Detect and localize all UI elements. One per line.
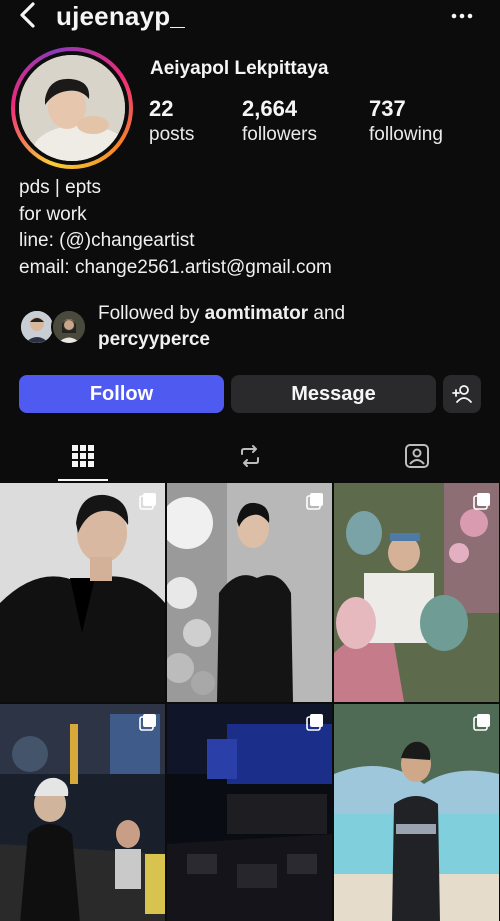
profile-header: ujeenayp_ [0, 0, 500, 40]
followed-by-section[interactable]: Followed by aomtimator and percyyperce [19, 301, 489, 353]
stat-following[interactable]: 737 following [369, 96, 443, 148]
multiple-posts-icon [139, 493, 156, 510]
follow-button[interactable]: Follow [19, 375, 224, 413]
post-thumbnail[interactable] [167, 483, 332, 702]
bio-email[interactable]: email: change2561.artist@gmail.com [19, 255, 332, 282]
stat-followers[interactable]: 2,664 followers [242, 96, 317, 148]
bio-line: for work [19, 203, 87, 225]
following-label: following [369, 124, 443, 145]
active-tab-indicator [58, 479, 108, 481]
following-count: 737 [369, 96, 406, 121]
profile-full-name: Aeiyapol Lekpittaya [150, 58, 329, 79]
multiple-posts-icon [473, 493, 490, 510]
message-button[interactable]: Message [231, 375, 436, 413]
followed-by-user1[interactable]: aomtimator [205, 303, 308, 324]
bio-line: line: (@)changeartist [19, 230, 195, 251]
more-horizontal-icon[interactable] [450, 4, 474, 28]
followed-by-text: Followed by aomtimator and percyyperce [98, 301, 345, 353]
tab-reels[interactable] [167, 430, 333, 482]
stat-posts[interactable]: 22 posts [149, 96, 194, 148]
follower-avatar [19, 309, 55, 345]
post-thumbnail[interactable] [334, 483, 499, 702]
post-thumbnail[interactable] [0, 704, 165, 921]
followed-by-connector: and [308, 303, 346, 324]
reels-icon [241, 445, 259, 467]
tagged-person-icon [405, 444, 429, 468]
followers-label: followers [242, 124, 317, 145]
multiple-posts-icon [473, 714, 490, 731]
post-thumbnail[interactable] [0, 483, 165, 702]
post-thumbnail[interactable] [167, 704, 332, 921]
multiple-posts-icon [306, 493, 323, 510]
bio-line: pds | epts [19, 177, 102, 198]
multiple-posts-icon [306, 714, 323, 731]
profile-username: ujeenayp_ [56, 1, 185, 31]
add-user-icon [452, 385, 472, 403]
multiple-posts-icon [139, 714, 156, 731]
followed-by-prefix: Followed by [98, 303, 205, 324]
followers-count: 2,664 [242, 96, 298, 121]
profile-tabs [0, 430, 500, 482]
tab-posts[interactable] [0, 430, 166, 482]
avatar [19, 55, 125, 161]
profile-bio: pds | epts for work line: (@)changeartis… [19, 175, 332, 281]
posts-count: 22 [149, 96, 174, 121]
grid-icon [72, 445, 94, 467]
post-thumbnail[interactable] [334, 704, 499, 921]
suggested-users-button[interactable] [443, 375, 481, 413]
tab-tagged[interactable] [334, 430, 500, 482]
followed-by-user2[interactable]: percyyperce [98, 329, 210, 350]
follower-avatar [51, 309, 87, 345]
posts-label: posts [149, 124, 195, 145]
chevron-left-icon[interactable] [14, 0, 42, 32]
avatar-story-ring[interactable] [11, 47, 133, 169]
